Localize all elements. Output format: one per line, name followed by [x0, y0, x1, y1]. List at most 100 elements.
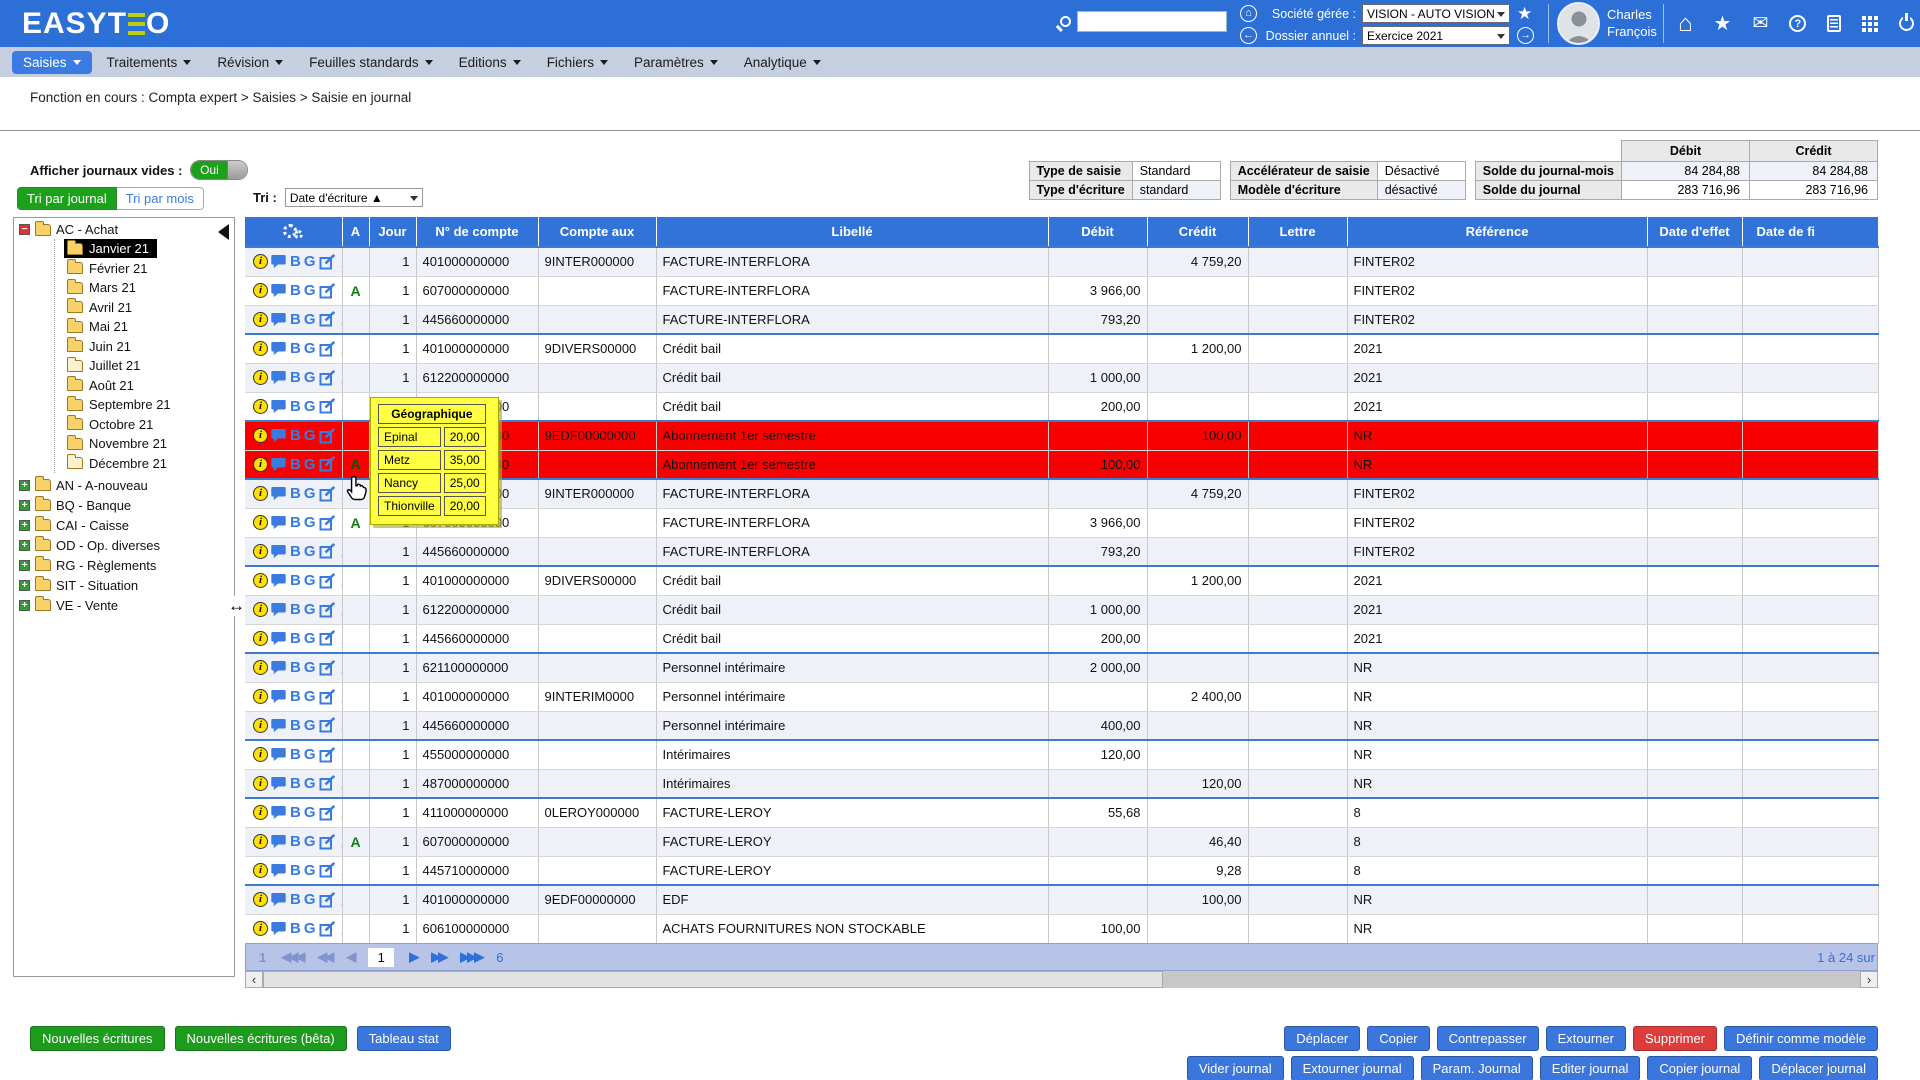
aux-account-cell[interactable]	[538, 827, 656, 856]
comment-icon[interactable]	[271, 312, 287, 327]
debit-cell[interactable]	[1048, 247, 1147, 276]
reference-cell[interactable]: NR	[1347, 740, 1647, 769]
bulletin-icon[interactable]: B	[290, 311, 301, 328]
lettering-cell[interactable]	[1248, 769, 1347, 798]
day-cell[interactable]: 1	[369, 334, 416, 363]
effect-date-cell[interactable]	[1647, 682, 1742, 711]
end-date-cell[interactable]	[1742, 914, 1878, 943]
aux-account-cell[interactable]	[538, 363, 656, 392]
jump-first-icon[interactable]: ◀◀◀	[281, 949, 302, 965]
debit-cell[interactable]	[1048, 421, 1147, 450]
footer-button[interactable]: Nouvelles écritures	[30, 1026, 165, 1051]
footer-button[interactable]: Contrepasser	[1437, 1026, 1539, 1051]
label-cell[interactable]: Abonnement 1er semestre	[656, 421, 1048, 450]
pin-icon[interactable]	[339, 543, 342, 559]
end-date-cell[interactable]	[1742, 885, 1878, 914]
label-cell[interactable]: Crédit bail	[656, 334, 1048, 363]
scroll-left-icon[interactable]: ‹	[245, 971, 263, 988]
grand-livre-icon[interactable]: G	[304, 311, 316, 328]
aux-account-cell[interactable]	[538, 595, 656, 624]
edit-icon[interactable]	[319, 689, 336, 705]
lettering-cell[interactable]	[1248, 885, 1347, 914]
bulletin-icon[interactable]: B	[290, 920, 301, 937]
analytic-flag-cell[interactable]	[342, 885, 369, 914]
bulletin-icon[interactable]: B	[290, 340, 301, 357]
end-date-cell[interactable]	[1742, 363, 1878, 392]
debit-cell[interactable]	[1048, 682, 1147, 711]
reference-cell[interactable]: FINTER02	[1347, 479, 1647, 508]
lettering-cell[interactable]	[1248, 247, 1347, 276]
info-icon[interactable]: i	[253, 834, 268, 849]
comment-icon[interactable]	[271, 602, 287, 617]
grand-livre-icon[interactable]: G	[304, 514, 316, 531]
lettering-cell[interactable]	[1248, 827, 1347, 856]
analytic-flag-cell[interactable]	[342, 566, 369, 595]
horizontal-scrollbar[interactable]: ‹ ›	[245, 971, 1878, 988]
panel-splitter-handle[interactable]: ↔	[228, 596, 245, 616]
account-cell[interactable]: 445660000000	[416, 537, 538, 566]
tree-month-item[interactable]: Novembre 21	[55, 434, 234, 454]
lettering-cell[interactable]	[1248, 276, 1347, 305]
debit-cell[interactable]: 200,00	[1048, 392, 1147, 421]
bulletin-icon[interactable]: B	[290, 833, 301, 850]
aux-account-cell[interactable]	[538, 508, 656, 537]
day-cell[interactable]: 1	[369, 856, 416, 885]
label-cell[interactable]: Personnel intérimaire	[656, 682, 1048, 711]
info-icon[interactable]: i	[253, 399, 268, 414]
day-cell[interactable]: 1	[369, 914, 416, 943]
label-cell[interactable]: ACHATS FOURNITURES NON STOCKABLE	[656, 914, 1048, 943]
pin-icon[interactable]	[339, 775, 342, 791]
edit-icon[interactable]	[319, 398, 336, 414]
tree-month-item[interactable]: Septembre 21	[55, 395, 234, 415]
account-cell[interactable]: 411000000000	[416, 798, 538, 827]
aux-account-cell[interactable]: 9DIVERS00000	[538, 334, 656, 363]
grand-livre-icon[interactable]: G	[304, 630, 316, 647]
tree-journal-item[interactable]: + CAI - Caisse	[19, 515, 234, 535]
credit-cell[interactable]: 9,28	[1147, 856, 1248, 885]
help-icon[interactable]: ?	[1789, 15, 1806, 32]
pin-icon[interactable]	[339, 834, 342, 850]
grand-livre-icon[interactable]: G	[304, 775, 316, 792]
aux-account-cell[interactable]: 9EDF00000000	[538, 421, 656, 450]
bulletin-icon[interactable]: B	[290, 427, 301, 444]
tree-month-item[interactable]: Juin 21	[55, 337, 234, 357]
pin-icon[interactable]	[339, 283, 342, 299]
pin-icon[interactable]	[339, 921, 342, 937]
menu-item[interactable]: Paramètres	[623, 51, 729, 74]
end-date-cell[interactable]	[1742, 798, 1878, 827]
lettering-cell[interactable]	[1248, 508, 1347, 537]
lettering-cell[interactable]	[1248, 479, 1347, 508]
label-cell[interactable]: FACTURE-INTERFLORA	[656, 276, 1048, 305]
effect-date-cell[interactable]	[1647, 914, 1742, 943]
label-cell[interactable]: FACTURE-INTERFLORA	[656, 537, 1048, 566]
info-icon[interactable]: i	[253, 254, 268, 269]
collapse-node-icon[interactable]: −	[19, 224, 30, 235]
effect-date-cell[interactable]	[1647, 740, 1742, 769]
label-cell[interactable]: FACTURE-LEROY	[656, 798, 1048, 827]
pin-icon[interactable]	[339, 341, 342, 357]
debit-cell[interactable]	[1048, 885, 1147, 914]
credit-cell[interactable]	[1147, 595, 1248, 624]
effect-date-cell[interactable]	[1647, 566, 1742, 595]
reference-cell[interactable]: 2021	[1347, 363, 1647, 392]
end-date-cell[interactable]	[1742, 334, 1878, 363]
edit-icon[interactable]	[319, 862, 336, 878]
grand-livre-icon[interactable]: G	[304, 746, 316, 763]
bulletin-icon[interactable]: B	[290, 543, 301, 560]
label-cell[interactable]: FACTURE-INTERFLORA	[656, 508, 1048, 537]
debit-cell[interactable]: 793,20	[1048, 305, 1147, 334]
comment-icon[interactable]	[271, 486, 287, 501]
tree-month-item[interactable]: Février 21	[55, 259, 234, 279]
comment-icon[interactable]	[271, 457, 287, 472]
aux-account-cell[interactable]	[538, 914, 656, 943]
bulletin-icon[interactable]: B	[290, 514, 301, 531]
apps-grid-icon[interactable]	[1862, 16, 1878, 32]
debit-cell[interactable]: 793,20	[1048, 537, 1147, 566]
comment-icon[interactable]	[271, 428, 287, 443]
debit-cell[interactable]	[1048, 827, 1147, 856]
lettering-cell[interactable]	[1248, 624, 1347, 653]
tree-month-item[interactable]: Juillet 21	[55, 356, 234, 376]
info-icon[interactable]: i	[253, 457, 268, 472]
day-cell[interactable]: 1	[369, 711, 416, 740]
lettering-cell[interactable]	[1248, 334, 1347, 363]
